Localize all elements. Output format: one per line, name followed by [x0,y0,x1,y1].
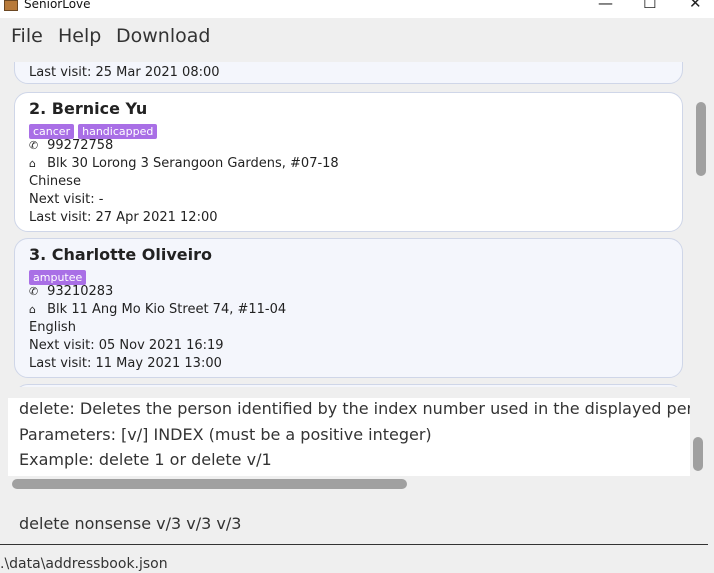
title-bar: SeniorLove — ☐ ✕ [0,0,714,18]
result-line: Parameters: [v/] INDEX (must be a positi… [19,425,432,444]
address: Blk 30 Lorong 3 Serangoon Gardens, #07-1… [47,156,339,171]
result-vertical-scrollbar[interactable] [693,437,703,471]
menu-help[interactable]: Help [58,25,101,47]
list-scrollbar[interactable] [696,102,706,176]
maximize-button[interactable]: ☐ [643,0,656,12]
command-input-underline [0,544,708,545]
result-line: delete: Deletes the person identified by… [19,399,690,418]
phone-icon: ✆ [29,139,39,152]
tag: amputee [29,270,87,285]
tag: handicapped [78,124,158,139]
phone-icon: ✆ [29,285,39,298]
home-icon: ⌂ [29,303,36,316]
language: Chinese [29,174,81,189]
result-display: delete: Deletes the person identified by… [8,398,690,476]
command-input[interactable]: delete nonsense v/3 v/3 v/3 [19,514,241,533]
menu-bar: File Help Download [0,18,714,62]
person-list-panel: Last visit: 25 Mar 2021 08:00 2. Bernice… [0,62,714,387]
last-visit: Last visit: 27 Apr 2021 12:00 [29,210,218,225]
home-icon: ⌂ [29,157,36,170]
person-card[interactable]: 2. Bernice Yu cancer handicapped ✆ 992727… [14,92,683,232]
result-horizontal-scrollbar[interactable] [12,479,407,489]
status-bar-path: .\data\addressbook.json [0,556,168,572]
address: Blk 11 Ang Mo Kio Street 74, #11-04 [47,302,287,317]
close-button[interactable]: ✕ [689,0,702,12]
person-card[interactable]: 3. Charlotte Oliveiro amputee ✆ 93210283… [14,238,683,378]
person-card[interactable] [14,384,683,387]
result-line: Example: delete 1 or delete v/1 [19,450,272,469]
phone-number: 99272758 [47,138,114,153]
last-visit: Last visit: 11 May 2021 13:00 [29,356,222,371]
menu-file[interactable]: File [11,25,43,47]
app-icon [4,0,18,11]
next-visit: Next visit: - [29,192,104,207]
language: English [29,320,76,335]
minimize-button[interactable]: — [598,0,613,12]
person-card[interactable]: Last visit: 25 Mar 2021 08:00 [14,62,683,84]
person-name: 3. Charlotte Oliveiro [29,245,213,264]
tag-list: amputee [29,266,90,285]
tag-list: cancer handicapped [29,120,161,139]
last-visit: Last visit: 25 Mar 2021 08:00 [29,65,220,80]
menu-download[interactable]: Download [116,25,210,47]
phone-number: 93210283 [47,284,114,299]
person-name: 2. Bernice Yu [29,99,148,118]
tag: cancer [29,124,75,139]
window-title: SeniorLove [24,0,91,11]
next-visit: Next visit: 05 Nov 2021 16:19 [29,338,224,353]
